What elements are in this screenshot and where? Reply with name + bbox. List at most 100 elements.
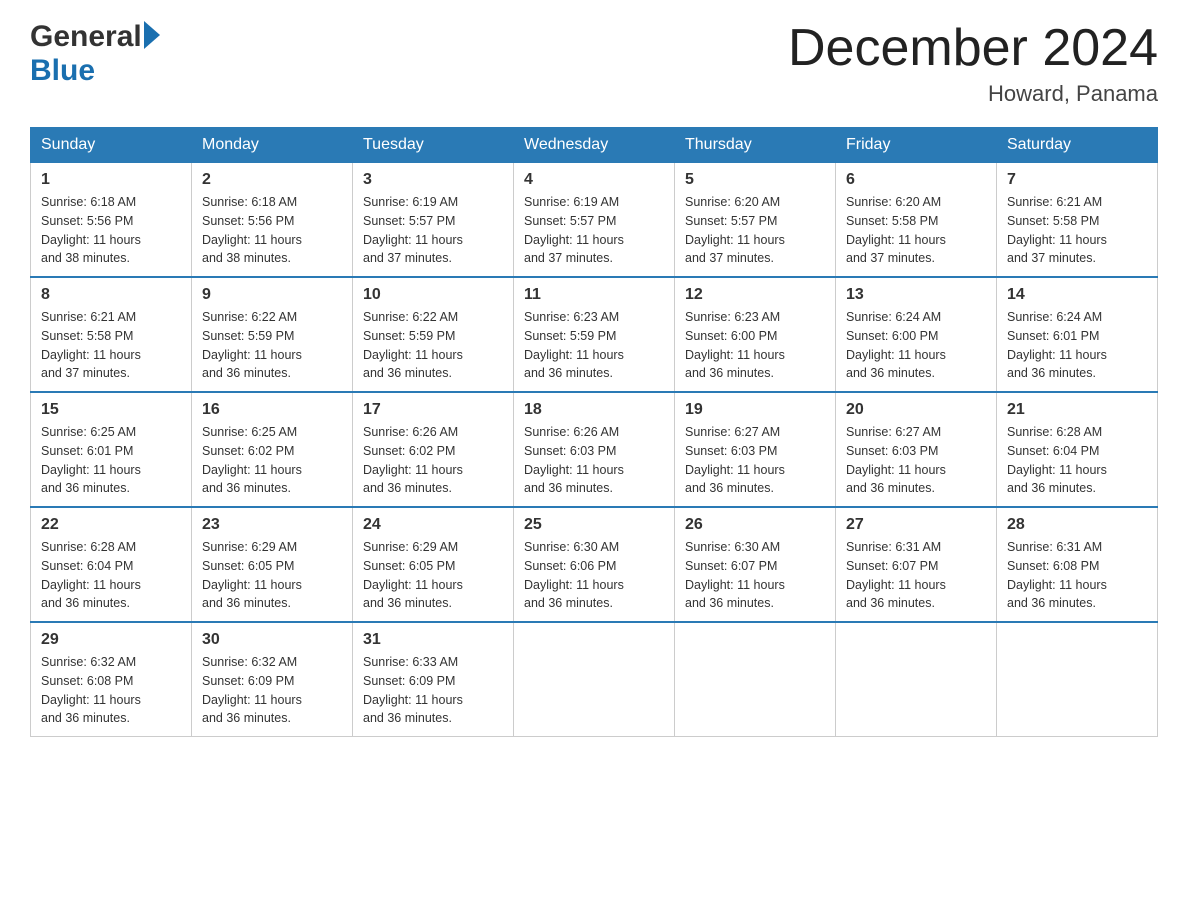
day-number: 27	[846, 516, 986, 534]
calendar-week-row: 1 Sunrise: 6:18 AM Sunset: 5:56 PM Dayli…	[31, 163, 1158, 278]
day-number: 6	[846, 171, 986, 189]
day-info: Sunrise: 6:28 AM Sunset: 6:04 PM Dayligh…	[41, 538, 181, 613]
day-number: 5	[685, 171, 825, 189]
table-row: 3 Sunrise: 6:19 AM Sunset: 5:57 PM Dayli…	[353, 163, 514, 278]
table-row	[675, 622, 836, 737]
day-number: 24	[363, 516, 503, 534]
table-row: 5 Sunrise: 6:20 AM Sunset: 5:57 PM Dayli…	[675, 163, 836, 278]
day-info: Sunrise: 6:26 AM Sunset: 6:03 PM Dayligh…	[524, 423, 664, 498]
table-row: 15 Sunrise: 6:25 AM Sunset: 6:01 PM Dayl…	[31, 392, 192, 507]
day-number: 22	[41, 516, 181, 534]
day-info: Sunrise: 6:24 AM Sunset: 6:00 PM Dayligh…	[846, 308, 986, 383]
header-saturday: Saturday	[997, 128, 1158, 163]
table-row: 22 Sunrise: 6:28 AM Sunset: 6:04 PM Dayl…	[31, 507, 192, 622]
calendar-week-row: 8 Sunrise: 6:21 AM Sunset: 5:58 PM Dayli…	[31, 277, 1158, 392]
table-row: 30 Sunrise: 6:32 AM Sunset: 6:09 PM Dayl…	[192, 622, 353, 737]
table-row: 14 Sunrise: 6:24 AM Sunset: 6:01 PM Dayl…	[997, 277, 1158, 392]
day-info: Sunrise: 6:27 AM Sunset: 6:03 PM Dayligh…	[846, 423, 986, 498]
day-number: 3	[363, 171, 503, 189]
table-row: 20 Sunrise: 6:27 AM Sunset: 6:03 PM Dayl…	[836, 392, 997, 507]
table-row: 16 Sunrise: 6:25 AM Sunset: 6:02 PM Dayl…	[192, 392, 353, 507]
table-row: 26 Sunrise: 6:30 AM Sunset: 6:07 PM Dayl…	[675, 507, 836, 622]
title-area: December 2024 Howard, Panama	[788, 20, 1158, 107]
day-number: 20	[846, 401, 986, 419]
day-info: Sunrise: 6:24 AM Sunset: 6:01 PM Dayligh…	[1007, 308, 1147, 383]
day-info: Sunrise: 6:22 AM Sunset: 5:59 PM Dayligh…	[363, 308, 503, 383]
day-info: Sunrise: 6:26 AM Sunset: 6:02 PM Dayligh…	[363, 423, 503, 498]
table-row: 8 Sunrise: 6:21 AM Sunset: 5:58 PM Dayli…	[31, 277, 192, 392]
day-number: 25	[524, 516, 664, 534]
day-info: Sunrise: 6:20 AM Sunset: 5:58 PM Dayligh…	[846, 193, 986, 268]
logo: General Blue	[30, 20, 160, 88]
calendar-table: Sunday Monday Tuesday Wednesday Thursday…	[30, 127, 1158, 737]
day-info: Sunrise: 6:25 AM Sunset: 6:01 PM Dayligh…	[41, 423, 181, 498]
day-number: 23	[202, 516, 342, 534]
calendar-week-row: 15 Sunrise: 6:25 AM Sunset: 6:01 PM Dayl…	[31, 392, 1158, 507]
header-thursday: Thursday	[675, 128, 836, 163]
calendar-week-row: 22 Sunrise: 6:28 AM Sunset: 6:04 PM Dayl…	[31, 507, 1158, 622]
day-number: 18	[524, 401, 664, 419]
day-info: Sunrise: 6:23 AM Sunset: 6:00 PM Dayligh…	[685, 308, 825, 383]
day-number: 17	[363, 401, 503, 419]
day-info: Sunrise: 6:18 AM Sunset: 5:56 PM Dayligh…	[41, 193, 181, 268]
month-title: December 2024	[788, 20, 1158, 77]
day-info: Sunrise: 6:22 AM Sunset: 5:59 PM Dayligh…	[202, 308, 342, 383]
table-row	[514, 622, 675, 737]
day-number: 15	[41, 401, 181, 419]
table-row: 23 Sunrise: 6:29 AM Sunset: 6:05 PM Dayl…	[192, 507, 353, 622]
table-row: 4 Sunrise: 6:19 AM Sunset: 5:57 PM Dayli…	[514, 163, 675, 278]
day-info: Sunrise: 6:21 AM Sunset: 5:58 PM Dayligh…	[41, 308, 181, 383]
table-row: 19 Sunrise: 6:27 AM Sunset: 6:03 PM Dayl…	[675, 392, 836, 507]
day-info: Sunrise: 6:30 AM Sunset: 6:06 PM Dayligh…	[524, 538, 664, 613]
table-row: 21 Sunrise: 6:28 AM Sunset: 6:04 PM Dayl…	[997, 392, 1158, 507]
calendar-header-row: Sunday Monday Tuesday Wednesday Thursday…	[31, 128, 1158, 163]
day-number: 8	[41, 286, 181, 304]
day-number: 26	[685, 516, 825, 534]
day-info: Sunrise: 6:29 AM Sunset: 6:05 PM Dayligh…	[363, 538, 503, 613]
day-number: 4	[524, 171, 664, 189]
day-number: 16	[202, 401, 342, 419]
day-info: Sunrise: 6:19 AM Sunset: 5:57 PM Dayligh…	[363, 193, 503, 268]
day-number: 2	[202, 171, 342, 189]
day-info: Sunrise: 6:31 AM Sunset: 6:07 PM Dayligh…	[846, 538, 986, 613]
day-number: 9	[202, 286, 342, 304]
table-row: 10 Sunrise: 6:22 AM Sunset: 5:59 PM Dayl…	[353, 277, 514, 392]
day-info: Sunrise: 6:19 AM Sunset: 5:57 PM Dayligh…	[524, 193, 664, 268]
day-number: 7	[1007, 171, 1147, 189]
table-row: 24 Sunrise: 6:29 AM Sunset: 6:05 PM Dayl…	[353, 507, 514, 622]
day-number: 10	[363, 286, 503, 304]
header-friday: Friday	[836, 128, 997, 163]
table-row: 31 Sunrise: 6:33 AM Sunset: 6:09 PM Dayl…	[353, 622, 514, 737]
table-row: 9 Sunrise: 6:22 AM Sunset: 5:59 PM Dayli…	[192, 277, 353, 392]
day-info: Sunrise: 6:23 AM Sunset: 5:59 PM Dayligh…	[524, 308, 664, 383]
day-number: 19	[685, 401, 825, 419]
day-number: 31	[363, 631, 503, 649]
day-info: Sunrise: 6:25 AM Sunset: 6:02 PM Dayligh…	[202, 423, 342, 498]
table-row: 17 Sunrise: 6:26 AM Sunset: 6:02 PM Dayl…	[353, 392, 514, 507]
table-row: 28 Sunrise: 6:31 AM Sunset: 6:08 PM Dayl…	[997, 507, 1158, 622]
day-number: 11	[524, 286, 664, 304]
logo-arrow-icon	[144, 21, 160, 49]
day-info: Sunrise: 6:31 AM Sunset: 6:08 PM Dayligh…	[1007, 538, 1147, 613]
day-number: 21	[1007, 401, 1147, 419]
table-row: 7 Sunrise: 6:21 AM Sunset: 5:58 PM Dayli…	[997, 163, 1158, 278]
header-tuesday: Tuesday	[353, 128, 514, 163]
day-number: 28	[1007, 516, 1147, 534]
header-wednesday: Wednesday	[514, 128, 675, 163]
day-info: Sunrise: 6:28 AM Sunset: 6:04 PM Dayligh…	[1007, 423, 1147, 498]
day-number: 1	[41, 171, 181, 189]
location: Howard, Panama	[788, 81, 1158, 107]
day-number: 30	[202, 631, 342, 649]
table-row	[997, 622, 1158, 737]
day-number: 14	[1007, 286, 1147, 304]
header-monday: Monday	[192, 128, 353, 163]
day-info: Sunrise: 6:20 AM Sunset: 5:57 PM Dayligh…	[685, 193, 825, 268]
page-header: General Blue December 2024 Howard, Panam…	[30, 20, 1158, 107]
logo-general-text: General	[30, 20, 142, 54]
table-row	[836, 622, 997, 737]
logo-blue-text: Blue	[30, 54, 95, 87]
day-number: 12	[685, 286, 825, 304]
day-info: Sunrise: 6:32 AM Sunset: 6:08 PM Dayligh…	[41, 653, 181, 728]
day-info: Sunrise: 6:21 AM Sunset: 5:58 PM Dayligh…	[1007, 193, 1147, 268]
header-sunday: Sunday	[31, 128, 192, 163]
